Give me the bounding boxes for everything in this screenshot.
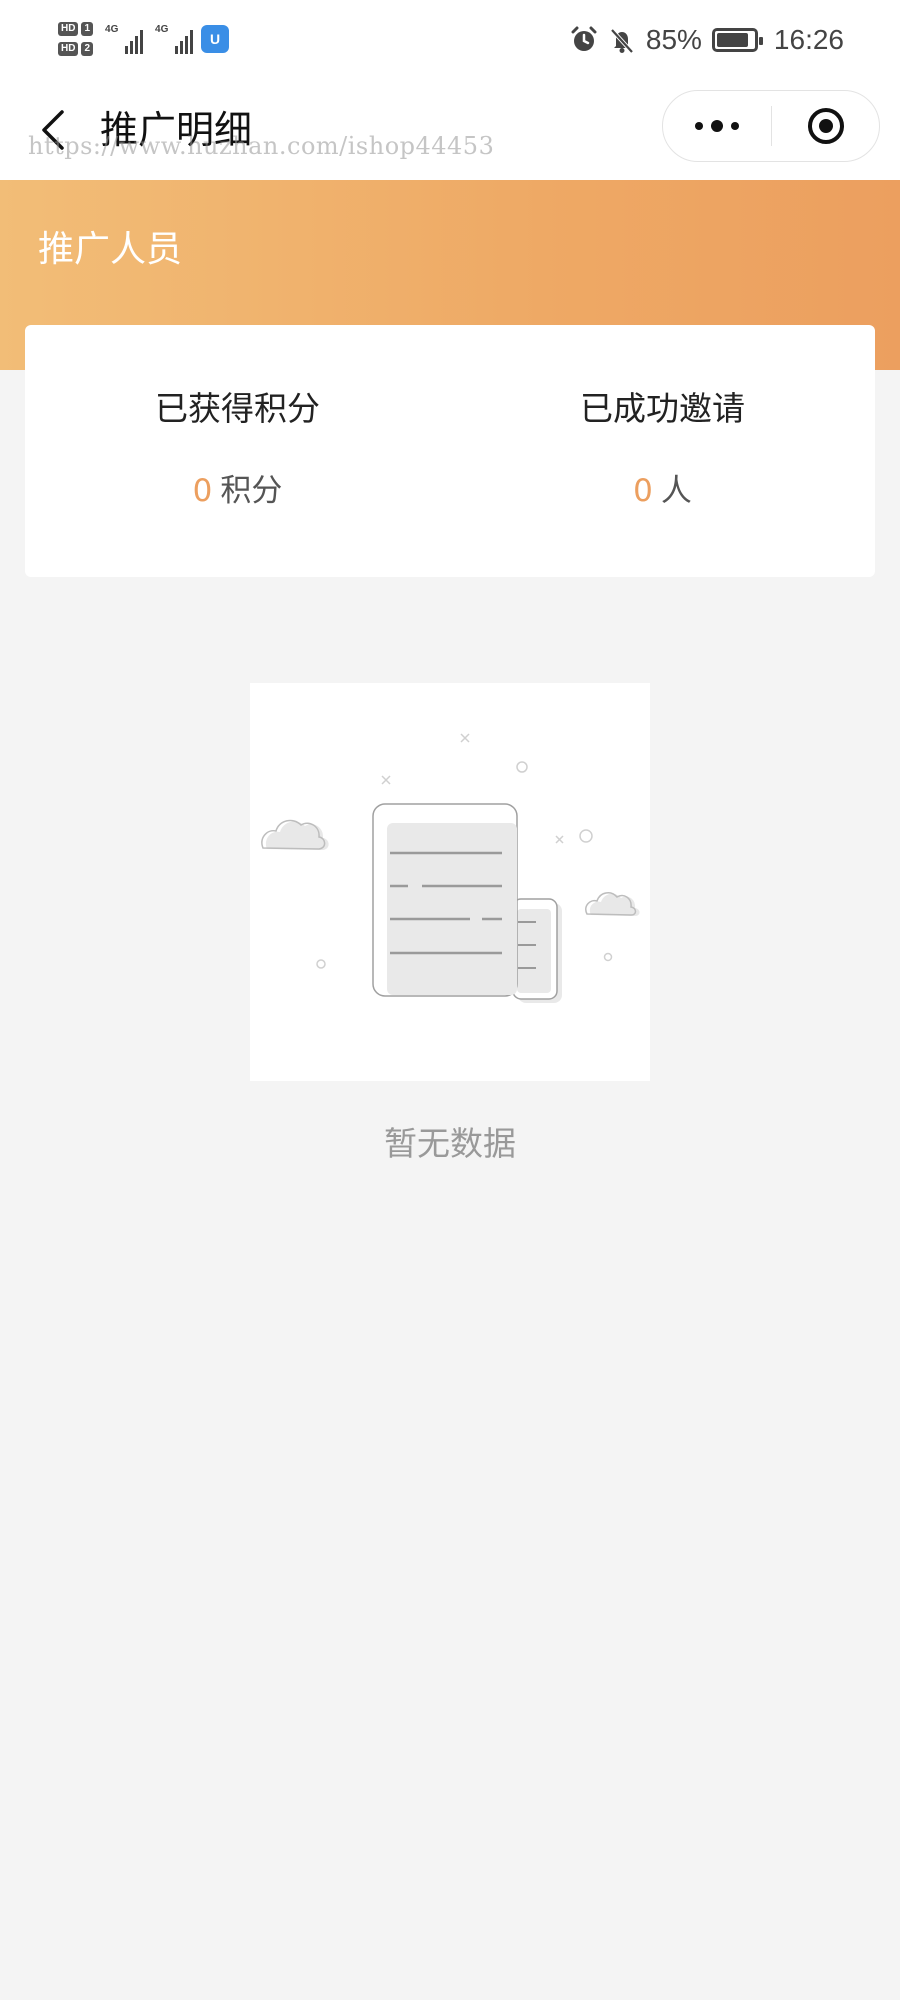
signal-2: 4G [155, 24, 194, 54]
stat-invites-label: 已成功邀请 [580, 389, 745, 428]
more-dots-icon [695, 120, 739, 132]
sim-indicators: HD 1 HD 2 [58, 22, 94, 56]
stat-invites-unit: 人 [660, 473, 692, 509]
stat-invites-value-row: 0人 [450, 471, 875, 511]
sim1-indicator: HD 1 [58, 22, 94, 36]
battery-percent: 85% [645, 24, 702, 55]
signal-bars-2-icon [175, 30, 194, 54]
stat-invites: 已成功邀请 0人 [450, 325, 875, 577]
battery-icon [711, 28, 763, 52]
alarm-icon [570, 26, 598, 54]
stat-points-unit: 积分 [220, 473, 283, 509]
stats-card: 已获得积分 0 积分 已成功邀请 0人 [25, 325, 875, 577]
mini-program-capsule [662, 90, 880, 162]
signal-bars-1-icon [125, 30, 144, 54]
mute-bell-icon [608, 26, 636, 54]
sim2-indicator: HD 2 [58, 42, 94, 56]
sim1-number: 1 [81, 22, 94, 36]
stat-points: 已获得积分 0 积分 [25, 325, 450, 577]
status-bar: HD 1 HD 2 4G 4G U 85% 16:26 [0, 0, 900, 80]
empty-state-text: 暂无数据 [384, 1124, 516, 1163]
sim1-label: HD [58, 22, 79, 36]
stat-points-value-row: 0 积分 [25, 471, 450, 511]
stat-points-value: 0 [192, 473, 213, 509]
network-1-label: 4G [105, 24, 119, 35]
watermark-text: https://www.huzhan.com/ishop44453 [28, 132, 495, 160]
app-notification-icon: U [201, 25, 230, 53]
banner-title: 推广人员 [38, 229, 183, 270]
status-left: HD 1 HD 2 4G 4G U [58, 14, 230, 64]
page: HD 1 HD 2 4G 4G U 85% 16:26 推广明细 https:/… [0, 0, 900, 2000]
cloud-right-icon [585, 892, 640, 916]
network-2-label: 4G [155, 24, 169, 35]
document-main [372, 803, 518, 997]
cloud-left-icon [261, 819, 329, 850]
stat-points-label: 已获得积分 [155, 389, 320, 428]
sim2-number: 2 [81, 42, 94, 56]
document-secondary [512, 898, 562, 1003]
empty-illustration [250, 683, 650, 1081]
clock: 16:26 [773, 24, 844, 55]
more-button[interactable] [663, 91, 771, 161]
signal-1: 4G [105, 24, 144, 54]
empty-document-illustration [261, 733, 640, 1003]
target-circle-icon [807, 108, 844, 144]
close-button[interactable] [772, 91, 879, 161]
sim2-label: HD [58, 42, 79, 56]
nav-bar: 推广明细 https://www.huzhan.com/ishop44453 [0, 80, 900, 180]
status-right: 85% 16:26 [570, 20, 844, 60]
stat-invites-value: 0 [633, 473, 653, 509]
